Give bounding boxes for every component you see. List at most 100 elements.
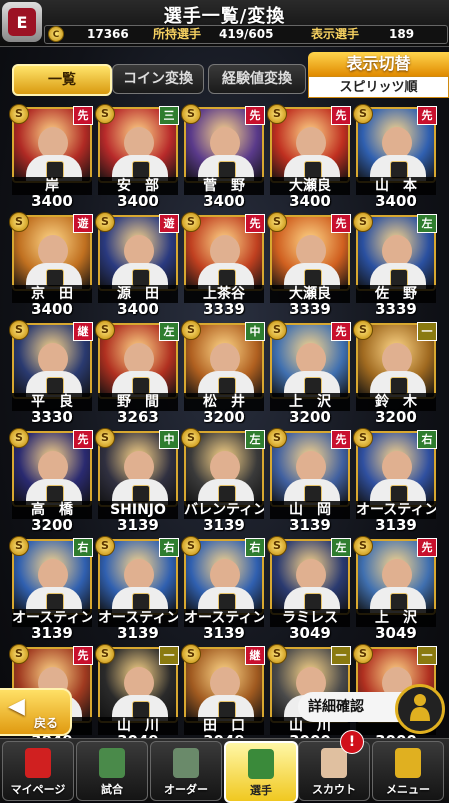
player-card[interactable]: S遊源 田 3400 xyxy=(95,212,179,318)
player-card[interactable]: S 先大瀬良 3400 xyxy=(267,104,351,210)
player-card[interactable]: S左野 間 3263 xyxy=(95,320,179,425)
nav-label: メニュー xyxy=(386,783,430,796)
display-toggle-title: 表示切替 xyxy=(308,52,449,76)
player-card[interactable]: S 中 SHINJO 3139 xyxy=(95,428,179,533)
spirit-value: 3049 xyxy=(375,624,417,642)
back-label: 戻る xyxy=(34,716,59,730)
spirit-value: 3400 xyxy=(117,192,159,210)
position-badge: 一 xyxy=(159,646,179,665)
player-card[interactable]: S継平 良 3330 xyxy=(9,320,93,425)
nav-label: スカウト xyxy=(312,783,356,796)
player-card[interactable]: S一山 川3049 xyxy=(95,644,179,749)
detail-person-icon[interactable] xyxy=(395,684,445,734)
position-badge: 先 xyxy=(331,214,351,233)
nav-stadium[interactable]: 試合 xyxy=(76,741,148,801)
player-card[interactable]: S先菅 野 3400 xyxy=(181,104,265,209)
position-badge: 先 xyxy=(331,106,351,125)
position-badge: 先 xyxy=(245,106,265,125)
back-button[interactable]: ◀ 戻る xyxy=(0,688,72,736)
player-card[interactable]: S先山 本 3400 xyxy=(353,104,437,210)
stadium-icon xyxy=(99,748,125,778)
player-icon xyxy=(248,749,274,779)
position-badge: 先 xyxy=(331,430,351,449)
position-badge: 継 xyxy=(73,322,93,341)
sort-order-label: スピリッツ順 xyxy=(308,76,449,98)
player-card[interactable]: S 先大瀬良 3339 xyxy=(267,212,351,318)
scout-icon xyxy=(321,748,347,778)
player-card[interactable]: S 右オースティン 3139 xyxy=(95,536,179,641)
spirit-value: 3139 xyxy=(31,624,73,642)
spirit-value: 3139 xyxy=(203,516,245,534)
player-card[interactable]: S 右オースティン 3139 xyxy=(9,536,93,642)
tab-list[interactable]: 一覧 xyxy=(12,64,112,96)
position-badge: 遊 xyxy=(159,214,179,233)
nav-menu[interactable]: メニュー xyxy=(372,741,444,801)
player-card[interactable]: S 右オースティン 3139 xyxy=(181,536,265,641)
player-card[interactable]: S三安 部 3400 xyxy=(95,104,179,210)
spirit-s-icon: S xyxy=(181,320,201,340)
nav-mypage[interactable]: マイページ xyxy=(2,741,74,801)
player-card[interactable]: S先高 橋 3200 xyxy=(9,428,93,534)
spirit-s-icon: S xyxy=(9,536,29,556)
coin-count: 17366 xyxy=(87,27,129,41)
nav-label: マイページ xyxy=(10,783,66,796)
owned-label: 所持選手 xyxy=(153,27,202,41)
spirit-s-icon: S xyxy=(353,644,373,664)
spirit-s-icon: S xyxy=(353,320,373,340)
spirit-value: 3200 xyxy=(289,408,331,426)
shown-label: 表示選手 xyxy=(311,27,360,41)
spirit-s-icon: S xyxy=(95,644,115,664)
spirit-value: 3200 xyxy=(31,516,73,534)
nav-order[interactable]: オーダー xyxy=(150,741,222,801)
player-card[interactable]: S 左バレンティン 3139 xyxy=(181,428,265,534)
spirit-s-icon: S xyxy=(9,212,29,232)
tab-coin-convert[interactable]: コイン変換 xyxy=(112,64,204,94)
bottom-nav: マイページ 試合 オーダー 選手 スカウト メニュー xyxy=(0,738,449,803)
position-badge: 中 xyxy=(159,430,179,449)
player-card[interactable]: S継田 口3049 xyxy=(181,644,265,749)
nav-label: オーダー xyxy=(164,783,208,796)
player-card[interactable]: S先上 沢 3049 xyxy=(353,536,437,642)
back-arrow-icon: ◀ xyxy=(8,694,25,719)
player-card[interactable]: S 先上茶谷 3339 xyxy=(181,212,265,317)
player-card[interactable]: S遊京 田 3400 xyxy=(9,212,93,317)
player-card[interactable]: S一鈴 木 3200 xyxy=(353,320,437,425)
position-badge: 先 xyxy=(417,106,437,125)
spirit-s-icon: S xyxy=(95,428,115,448)
spirit-value: 3400 xyxy=(375,192,417,210)
spirit-s-icon: S xyxy=(95,536,115,556)
player-card[interactable]: S左佐 野 3339 xyxy=(353,212,437,317)
tab-exp-convert[interactable]: 経験値変換 xyxy=(208,64,306,94)
menu-icon xyxy=(395,748,421,778)
display-toggle-button[interactable]: 表示切替 スピリッツ順 xyxy=(308,52,449,98)
position-badge: 先 xyxy=(73,430,93,449)
spirit-s-icon: S xyxy=(353,212,373,232)
position-badge: 左 xyxy=(245,430,265,449)
spirit-s-icon: S xyxy=(353,104,373,124)
spirit-value: 3400 xyxy=(289,192,331,210)
spirit-s-icon: S xyxy=(9,644,29,664)
position-badge: 右 xyxy=(159,538,179,557)
spirit-s-icon: S xyxy=(9,320,29,340)
player-card[interactable]: S先上 沢 3200 xyxy=(267,320,351,426)
player-card[interactable]: S先山 岡 3139 xyxy=(267,428,351,533)
player-card[interactable]: S中松 井 3200 xyxy=(181,320,265,426)
player-card[interactable]: S 左ラミレス 3049 xyxy=(267,536,351,641)
position-badge: 先 xyxy=(331,322,351,341)
nav-player[interactable]: 選手 xyxy=(224,741,298,803)
spirit-s-icon: S xyxy=(181,104,201,124)
position-badge: 左 xyxy=(159,322,179,341)
position-badge: 中 xyxy=(245,322,265,341)
nav-label: 選手 xyxy=(250,784,272,797)
spirit-s-icon: S xyxy=(353,536,373,556)
nav-label: 試合 xyxy=(101,783,123,796)
spirit-value: 3400 xyxy=(117,300,159,318)
position-badge: 左 xyxy=(331,538,351,557)
owned-value: 419/605 xyxy=(219,27,274,41)
player-card[interactable]: S 先岸 3400 xyxy=(9,104,93,209)
spirit-s-icon: S xyxy=(95,212,115,232)
spirit-value: 3339 xyxy=(289,300,331,318)
player-card[interactable]: S 右オースティン 3139 xyxy=(353,428,437,533)
position-badge: 一 xyxy=(417,322,437,341)
spirit-value: 3200 xyxy=(203,408,245,426)
